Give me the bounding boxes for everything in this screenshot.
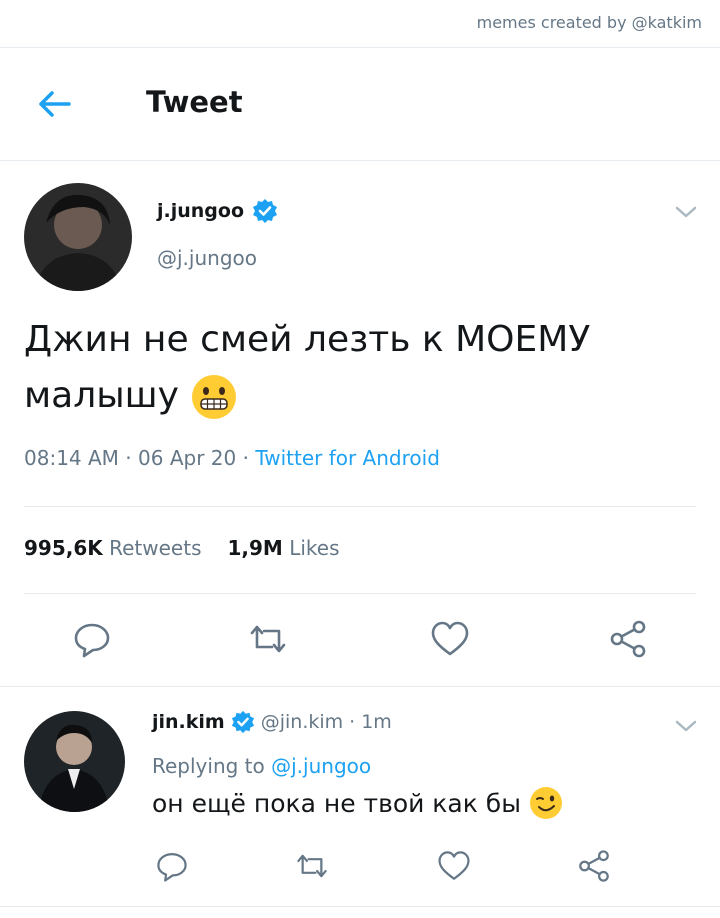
retweet-button[interactable] bbox=[246, 617, 290, 661]
replying-to: Replying to @j.jungoo bbox=[152, 754, 371, 778]
reply-text: он ещё пока не твой как бы bbox=[152, 786, 563, 820]
likes-label: Likes bbox=[289, 536, 340, 560]
share-button[interactable] bbox=[574, 846, 614, 886]
tweet-time: 08:14 AM bbox=[24, 446, 119, 470]
avatar[interactable] bbox=[24, 183, 132, 291]
reply-button[interactable] bbox=[70, 617, 114, 661]
like-button[interactable] bbox=[434, 846, 474, 886]
heart-icon bbox=[431, 621, 469, 656]
author-name[interactable]: j.jungoo bbox=[157, 198, 278, 224]
chevron-down-icon[interactable] bbox=[674, 204, 698, 220]
grimacing-emoji-icon bbox=[192, 375, 237, 419]
heart-icon bbox=[438, 851, 470, 880]
reply-text-content: он ещё пока не твой как бы bbox=[152, 788, 521, 818]
chevron-down-icon[interactable] bbox=[674, 718, 698, 734]
likes-count: 1,9M bbox=[227, 536, 283, 560]
back-button[interactable] bbox=[34, 86, 74, 122]
reply-button[interactable] bbox=[152, 846, 192, 886]
share-icon bbox=[610, 620, 646, 658]
display-name[interactable]: j.jungoo bbox=[157, 200, 244, 222]
share-icon bbox=[579, 850, 609, 882]
reply-author: jin.kim @jin.kim · 1m bbox=[152, 710, 392, 734]
retweets-label: Retweets bbox=[109, 536, 202, 560]
tweet-stats: 995,6K Retweets 1,9M Likes bbox=[24, 536, 340, 560]
page-title: Tweet bbox=[146, 85, 243, 119]
arrow-left-icon bbox=[39, 91, 71, 117]
likes-stat[interactable]: 1,9M Likes bbox=[228, 536, 340, 560]
replying-prefix: Replying to bbox=[152, 754, 265, 778]
divider bbox=[24, 593, 696, 594]
reply-handle[interactable]: @jin.kim bbox=[261, 711, 343, 733]
reply-time: 1m bbox=[361, 711, 392, 733]
retweet-icon bbox=[297, 854, 327, 878]
reply-display-name[interactable]: jin.kim bbox=[152, 711, 225, 733]
tweet-source-link[interactable]: Twitter for Android bbox=[255, 446, 440, 470]
verified-badge-icon bbox=[253, 199, 278, 223]
meta-separator: · bbox=[125, 446, 139, 470]
tweet-meta: 08:14 AM · 06 Apr 20 · Twitter for Andro… bbox=[24, 446, 440, 470]
verified-badge-icon bbox=[231, 710, 254, 734]
retweets-stat[interactable]: 995,6K Retweets bbox=[24, 536, 202, 560]
meta-separator: · bbox=[242, 446, 256, 470]
winking-emoji-icon bbox=[529, 787, 562, 819]
divider bbox=[24, 506, 696, 507]
tweet-date: 06 Apr 20 bbox=[138, 446, 237, 470]
retweets-count: 995,6K bbox=[24, 536, 103, 560]
reply-icon bbox=[157, 852, 187, 882]
watermark: memes created by @katkim bbox=[476, 13, 702, 32]
replying-to-link[interactable]: @j.jungoo bbox=[271, 754, 371, 778]
header: Tweet bbox=[0, 48, 720, 160]
divider bbox=[0, 906, 720, 907]
header-divider bbox=[0, 160, 720, 161]
author-handle[interactable]: @j.jungoo bbox=[157, 246, 257, 270]
divider bbox=[0, 686, 720, 687]
share-button[interactable] bbox=[606, 617, 650, 661]
tweet-text: Джин не смей лезть к МОЕМУ малышу bbox=[24, 312, 684, 424]
tweet-text-line-2-text: малышу bbox=[24, 375, 179, 416]
reply-icon bbox=[74, 623, 110, 658]
meta-separator: · bbox=[349, 711, 356, 733]
avatar[interactable] bbox=[24, 711, 125, 812]
tweet-text-line-2: малышу bbox=[24, 368, 684, 424]
like-button[interactable] bbox=[428, 617, 472, 661]
tweet-text-line-1: Джин не смей лезть к МОЕМУ bbox=[24, 319, 591, 360]
retweet-button[interactable] bbox=[292, 846, 332, 886]
retweet-icon bbox=[250, 625, 286, 653]
